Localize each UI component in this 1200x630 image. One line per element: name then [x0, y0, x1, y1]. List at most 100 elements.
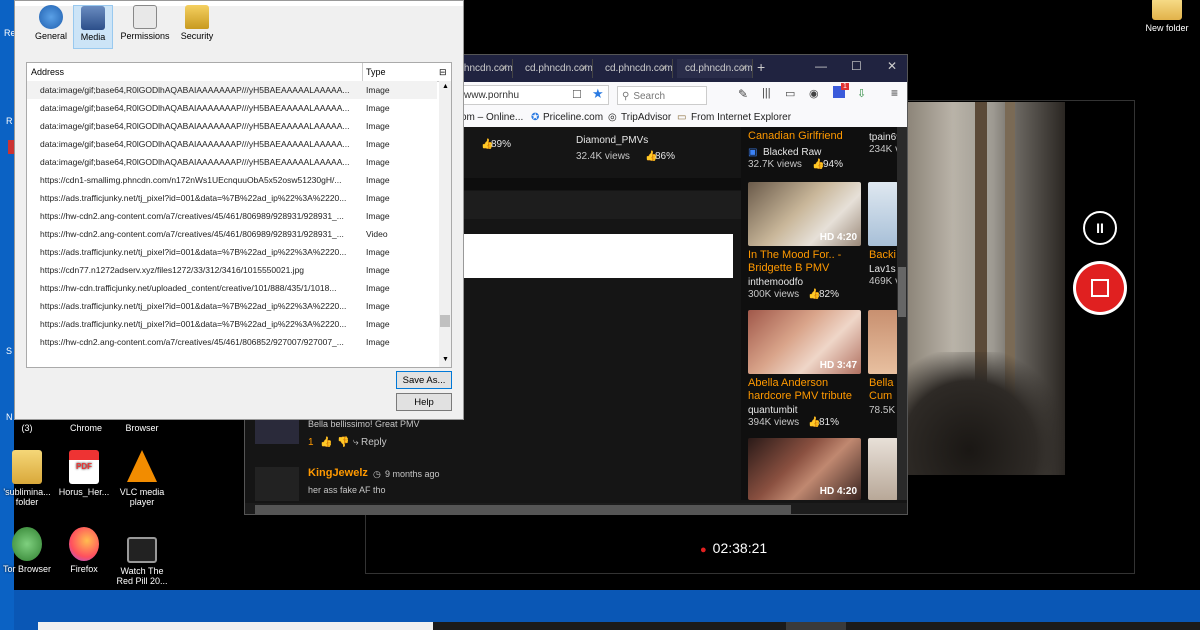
video-title[interactable]: Canadian Girlfriend: [748, 130, 843, 142]
scrollbar[interactable]: [897, 127, 907, 500]
comment-username[interactable]: KingJewelz: [308, 467, 368, 479]
desktop-icon-folder[interactable]: 'sublimina... folder: [0, 450, 58, 507]
close-tab-icon[interactable]: ✕: [580, 59, 588, 78]
scroll-up-icon[interactable]: ▲: [442, 83, 449, 90]
tab-security[interactable]: Security: [177, 5, 217, 41]
desktop-icon-chrome[interactable]: Chrome: [55, 423, 117, 433]
tor-icon: [12, 527, 42, 561]
desktop-icon-tor[interactable]: Tor Browser: [0, 527, 58, 574]
column-header-type[interactable]: Type: [366, 63, 386, 81]
url-bar[interactable]: www.pornhu: [459, 85, 609, 105]
video-title[interactable]: Abella Anderson hardcore PMV tribute: [748, 377, 858, 403]
table-row[interactable]: https://ads.trafficjunky.net/tj_pixel?id…: [27, 297, 437, 315]
table-row[interactable]: https://hw-cdn.trafficjunky.net/uploaded…: [27, 279, 437, 297]
table-row[interactable]: https://cdn1-smallimg.phncdn.com/n172nWs…: [27, 171, 437, 189]
desktop-icon-new-folder[interactable]: New folder: [1136, 0, 1198, 33]
vlc-icon: [127, 450, 157, 482]
scroll-down-icon[interactable]: ▼: [442, 356, 449, 363]
table-row[interactable]: https://hw-cdn2.ang-content.com/a7/creat…: [27, 333, 437, 351]
maximize-button[interactable]: ☐: [851, 59, 862, 73]
close-tab-icon[interactable]: ✕: [740, 59, 748, 78]
video-title[interactable]: Backi: [869, 249, 896, 261]
thumbs-down-icon[interactable]: 👎: [337, 437, 349, 448]
close-window-button[interactable]: ✕: [887, 59, 897, 73]
tab-permissions[interactable]: Permissions: [118, 5, 172, 41]
browser-tab[interactable]: cd.phncdn.com ✕: [597, 59, 673, 78]
scrollbar-thumb[interactable]: [255, 505, 791, 514]
download-icon[interactable]: ⇩: [857, 87, 866, 100]
table-row[interactable]: https://ads.trafficjunky.net/tj_pixel?id…: [27, 189, 437, 207]
reader-icon[interactable]: ◉: [809, 87, 819, 100]
video-thumbnail[interactable]: [868, 438, 898, 500]
horizontal-scrollbar[interactable]: [245, 503, 907, 514]
bookmark-item[interactable]: Priceline.com: [543, 108, 603, 127]
table-row[interactable]: https://cdn77.n1272adserv.xyz/files1272/…: [27, 261, 437, 279]
taskbar-app[interactable]: [786, 622, 846, 630]
desktop-icon-pdf[interactable]: PDF Horus_Her...: [53, 450, 115, 497]
table-row[interactable]: data:image/gif;base64,R0lGODlhAQABAIAAAA…: [27, 153, 437, 171]
reply-icon[interactable]: ⤷: [353, 437, 359, 448]
extension-icon[interactable]: ✎: [738, 87, 748, 101]
library-icon[interactable]: |||: [762, 87, 771, 99]
firefox-icon: [69, 527, 99, 561]
save-as-button[interactable]: Save As...: [396, 371, 452, 389]
desktop-icon-count[interactable]: (3): [0, 423, 58, 433]
pause-recording-button[interactable]: II: [1083, 211, 1117, 245]
desktop-icon-browser[interactable]: Browser: [111, 423, 173, 433]
table-row[interactable]: https://hw-cdn2.ang-content.com/a7/creat…: [27, 207, 437, 225]
column-picker-icon[interactable]: ⊟: [439, 63, 447, 81]
column-header-address[interactable]: Address: [31, 63, 64, 81]
star-icon[interactable]: ★: [592, 86, 604, 102]
reply-link[interactable]: Reply: [361, 437, 387, 448]
table-row[interactable]: data:image/gif;base64,R0lGODlhAQABAIAAAA…: [27, 99, 437, 117]
table-row[interactable]: https://ads.trafficjunky.net/tj_pixel?id…: [27, 315, 437, 333]
thumbs-up-icon[interactable]: 👍: [320, 437, 332, 448]
stop-recording-button[interactable]: [1073, 261, 1127, 315]
vertical-scrollbar[interactable]: ▲ ▼: [439, 81, 451, 367]
video-title[interactable]: Bella Cum: [869, 377, 897, 403]
column-divider[interactable]: [362, 63, 363, 81]
scrollbar-thumb[interactable]: [440, 315, 450, 327]
close-tab-icon[interactable]: ✕: [660, 59, 668, 78]
channel-name[interactable]: Diamond_PMVs: [576, 135, 648, 146]
bookmark-icon[interactable]: ☐: [572, 88, 582, 101]
taskbar-search[interactable]: [38, 622, 433, 630]
media-address: data:image/gif;base64,R0lGODlhAQABAIAAAA…: [40, 157, 350, 167]
media-address: https://hw-cdn2.ang-content.com/a7/creat…: [40, 211, 344, 221]
video-thumbnail[interactable]: [868, 310, 898, 374]
browser-tab[interactable]: cd.phncdn.com ✕: [517, 59, 593, 78]
channel-name[interactable]: quantumbit: [748, 405, 797, 416]
video-thumbnail[interactable]: [868, 182, 898, 246]
table-row[interactable]: data:image/gif;base64,R0lGODlhAQABAIAAAA…: [27, 117, 437, 135]
scrollbar-thumb[interactable]: [898, 267, 906, 317]
tab-media[interactable]: Media: [73, 5, 113, 49]
video-thumbnail[interactable]: HD 4:20: [748, 182, 861, 246]
channel-name[interactable]: inthemoodfo: [748, 277, 803, 288]
table-row[interactable]: data:image/gif;base64,R0lGODlhAQABAIAAAA…: [27, 81, 437, 99]
hd-badge: HD: [819, 232, 837, 243]
bookmark-item[interactable]: om – Online...: [461, 108, 523, 127]
bookmark-item[interactable]: TripAdvisor: [621, 108, 671, 127]
table-row[interactable]: https://hw-cdn2.ang-content.com/a7/creat…: [27, 225, 437, 243]
close-tab-icon[interactable]: ✕: [500, 59, 508, 78]
table-row[interactable]: data:image/gif;base64,R0lGODlhAQABAIAAAA…: [27, 135, 437, 153]
bookmark-item[interactable]: From Internet Explorer: [691, 108, 791, 127]
desktop-icon-vlc[interactable]: VLC media player: [111, 450, 173, 507]
help-button[interactable]: Help: [396, 393, 452, 411]
tab-general[interactable]: General: [33, 5, 69, 41]
channel-name[interactable]: Blacked Raw: [763, 147, 821, 158]
browser-tab-active[interactable]: cd.phncdn.com ✕: [677, 59, 753, 78]
minimize-button[interactable]: —: [815, 59, 827, 73]
desktop-icon-video[interactable]: Watch The Red Pill 20...: [111, 537, 173, 586]
new-tab-button[interactable]: +: [757, 59, 765, 75]
video-thumbnail[interactable]: HD 4:20: [748, 438, 861, 500]
video-thumbnail[interactable]: HD 3:47: [748, 310, 861, 374]
video-title[interactable]: In The Mood For.. - Bridgette B PMV: [748, 249, 858, 275]
channel-name[interactable]: Lav1s: [869, 264, 896, 275]
desktop-icon-firefox[interactable]: Firefox: [53, 527, 115, 574]
table-row[interactable]: https://ads.trafficjunky.net/tj_pixel?id…: [27, 243, 437, 261]
menu-icon[interactable]: ≡: [891, 86, 898, 100]
search-input[interactable]: ⚲ Search: [617, 86, 707, 105]
sidebar-icon[interactable]: ▭: [785, 87, 795, 100]
view-count: 300K views: [748, 289, 800, 300]
